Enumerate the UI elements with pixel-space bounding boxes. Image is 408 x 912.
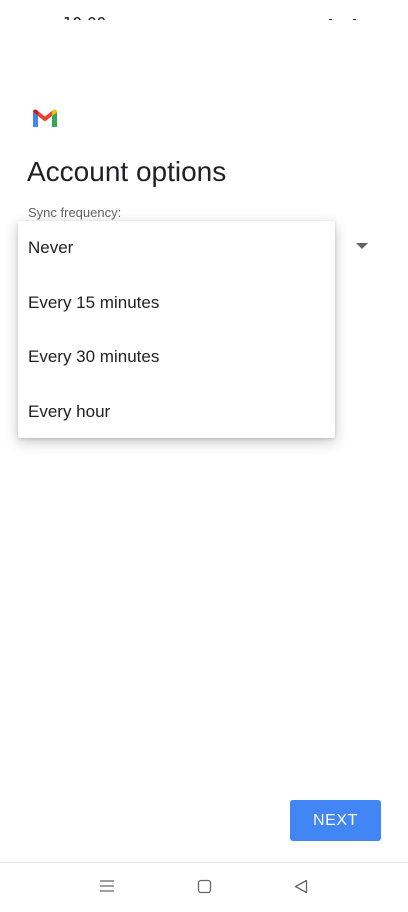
home-icon[interactable] [197, 879, 212, 894]
sync-frequency-menu: Never Every 15 minutes Every 30 minutes … [18, 221, 335, 438]
menu-item-never[interactable]: Never [18, 221, 335, 276]
menu-icon[interactable] [99, 879, 115, 893]
menu-item-every-hour[interactable]: Every hour [18, 385, 335, 440]
navigation-bar [0, 862, 408, 912]
page-title: Account options [27, 156, 227, 187]
back-icon[interactable] [294, 879, 308, 894]
sync-frequency-label: Sync frequency: [28, 205, 122, 220]
next-button[interactable]: NEXT [290, 800, 381, 841]
menu-item-every-15-minutes[interactable]: Every 15 minutes [18, 276, 335, 331]
gmail-logo [33, 109, 57, 127]
chevron-down-icon[interactable] [356, 243, 368, 249]
content-card [0, 20, 408, 911]
menu-item-every-30-minutes[interactable]: Every 30 minutes [18, 330, 335, 385]
